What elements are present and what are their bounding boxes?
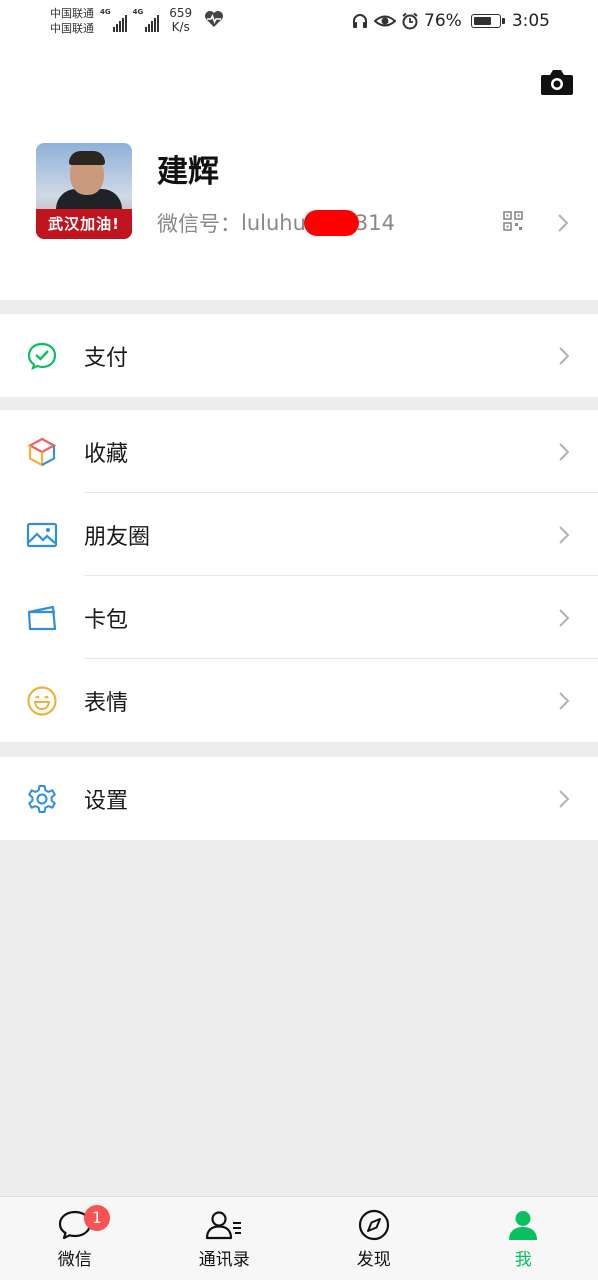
status-bar: 中国联通 中国联通 4G 4G 659 K/s 76% 3:05: [0, 0, 598, 48]
menu-item-favorites[interactable]: 收藏: [0, 410, 598, 493]
status-right: 76% 3:05: [351, 11, 550, 31]
content-group: 收藏 朋友圈 卡包 表情: [0, 410, 598, 742]
chevron-right-icon: [559, 691, 570, 710]
profile-name: 建辉: [157, 154, 219, 190]
menu-item-label: 卡包: [84, 607, 129, 633]
network-speed-value: 659: [169, 6, 193, 20]
clock-time: 3:05: [511, 11, 550, 31]
tab-discover[interactable]: 发现: [299, 1197, 449, 1280]
tab-chats[interactable]: 1 微信: [0, 1197, 150, 1280]
menu-item-pay[interactable]: 支付: [0, 314, 598, 397]
carrier-2: 中国联通: [50, 22, 94, 35]
moments-picture-icon: [26, 522, 58, 547]
chevron-right-icon: [559, 789, 570, 808]
wechat-id-suffix: 314: [354, 211, 396, 235]
tab-label: 微信: [57, 1250, 92, 1270]
qr-code-icon[interactable]: [503, 211, 523, 231]
gear-icon: [28, 784, 56, 813]
network-type-1: 4G: [100, 8, 111, 16]
chevron-right-icon: [558, 214, 569, 232]
menu-item-label: 支付: [84, 345, 129, 371]
me-person-icon: [509, 1211, 538, 1240]
wechat-id-prefix: luluhu: [241, 211, 306, 235]
carrier-1: 中国联通: [50, 7, 94, 20]
wechat-id-label: 微信号：: [157, 212, 241, 236]
chevron-right-icon: [559, 442, 570, 461]
menu-item-stickers[interactable]: 表情: [0, 659, 598, 742]
contacts-icon: [206, 1211, 242, 1240]
chevron-right-icon: [559, 346, 570, 365]
wechat-pay-icon: [27, 342, 57, 370]
tab-label: 发现: [356, 1250, 391, 1270]
avatar-banner: 武汉加油!: [36, 209, 132, 239]
compass-icon: [358, 1209, 389, 1241]
menu-item-label: 设置: [84, 788, 129, 814]
menu-item-settings[interactable]: 设置: [0, 757, 598, 840]
pay-group: 支付: [0, 314, 598, 397]
network-speed-unit: K/s: [171, 20, 190, 34]
wechat-id: 微信号： luluhu 314: [157, 208, 395, 238]
eye-comfort-icon: [374, 15, 397, 27]
menu-item-cards[interactable]: 卡包: [0, 576, 598, 659]
smiley-icon: [27, 685, 57, 716]
unread-badge: 1: [84, 1205, 110, 1231]
settings-group: 设置: [0, 757, 598, 840]
chevron-right-icon: [559, 525, 570, 544]
menu-item-label: 表情: [84, 690, 129, 716]
status-left: 中国联通 中国联通 4G 4G 659 K/s: [50, 6, 224, 36]
tab-me[interactable]: 我: [449, 1197, 598, 1280]
network-speed: 659 K/s: [169, 6, 192, 34]
card-wallet-icon: [27, 605, 57, 630]
wechat-me-screen: 中国联通 中国联通 4G 4G 659 K/s 76% 3:05 武汉加油! 建…: [0, 0, 598, 1280]
network-type-2: 4G: [132, 8, 144, 16]
battery-icon: [470, 14, 505, 28]
menu-item-label: 收藏: [84, 441, 129, 467]
signal-2-icon: 4G: [133, 8, 160, 32]
alarm-icon: [402, 12, 418, 30]
chevron-right-icon: [559, 608, 570, 627]
favorites-cube-icon: [27, 437, 57, 467]
profile-header[interactable]: 武汉加油! 建辉 微信号： luluhu 314: [0, 48, 598, 300]
redaction-mark: [303, 210, 359, 236]
camera-icon[interactable]: [540, 68, 574, 96]
signal-1-icon: 4G: [100, 8, 127, 32]
menu-item-moments[interactable]: 朋友圈: [0, 493, 598, 576]
avatar[interactable]: 武汉加油!: [36, 143, 132, 239]
tab-label: 我: [514, 1250, 532, 1270]
tab-contacts[interactable]: 通讯录: [150, 1197, 300, 1280]
tab-label: 通讯录: [198, 1250, 250, 1270]
health-heart-icon: [205, 11, 224, 27]
bottom-tab-bar: 1 微信 通讯录 发现 我: [0, 1196, 598, 1280]
headphones-icon: [353, 14, 368, 28]
battery-percent: 76%: [424, 11, 462, 31]
avatar-figure-hair: [69, 151, 105, 165]
carrier-names: 中国联通 中国联通: [50, 6, 94, 36]
menu-item-label: 朋友圈: [84, 524, 151, 550]
